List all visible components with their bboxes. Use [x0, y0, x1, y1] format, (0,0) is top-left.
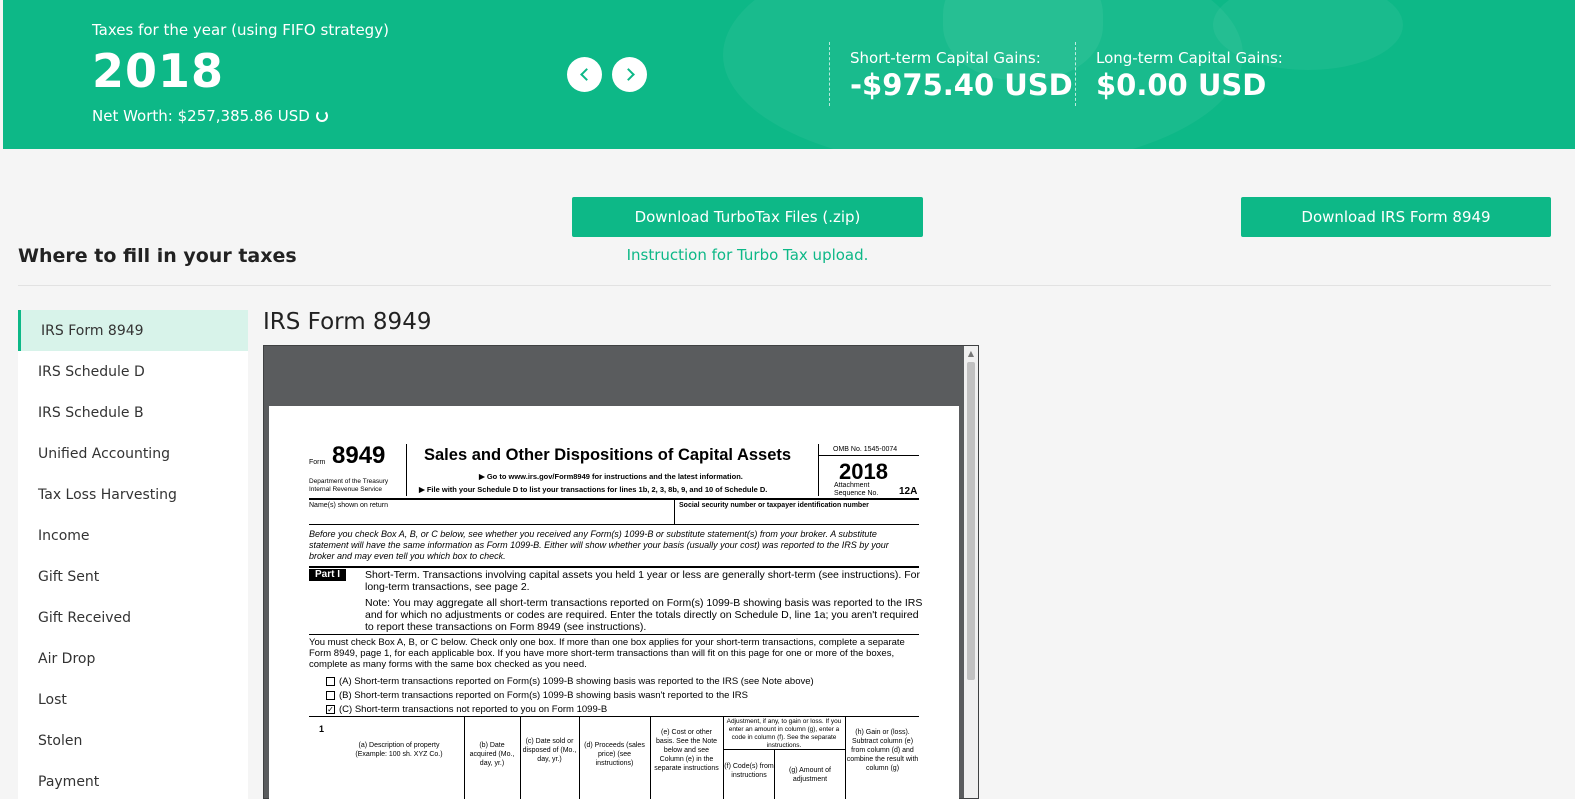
form-column-f: (f) Code(s) from instructions	[724, 763, 774, 779]
header-banner: Taxes for the year (using FIFO strategy)…	[3, 0, 1575, 149]
form-checkbox-c-label: (C) Short-term transactions not reported…	[339, 704, 608, 715]
turbotax-instruction-link[interactable]: Instruction for Turbo Tax upload.	[572, 246, 923, 264]
form-rule	[818, 444, 819, 496]
tax-year-subtitle: Taxes for the year (using FIFO strategy)	[92, 21, 389, 39]
form-column-e: (e) Cost or other basis. See the Note be…	[654, 729, 719, 772]
form-before-text: Before you check Box A, B, or C below, s…	[309, 529, 889, 561]
form-rule	[309, 716, 919, 717]
form-part-label: Part I	[309, 569, 347, 581]
form-rule	[309, 566, 919, 568]
sidebar-item-irs-form-8949[interactable]: IRS Form 8949	[18, 310, 248, 351]
form-short-term-text: Short-Term. Transactions involving capit…	[365, 569, 920, 593]
form-omb: OMB No. 1545-0074	[833, 446, 898, 453]
section-title: Where to fill in your taxes	[18, 245, 297, 267]
form-checkbox-b-label: (B) Short-term transactions reported on …	[339, 690, 748, 701]
form-checkbox-b[interactable]: (B) Short-term transactions reported on …	[326, 690, 748, 701]
previous-year-button[interactable]	[567, 57, 602, 92]
form-title: Sales and Other Dispositions of Capital …	[424, 446, 792, 464]
form-rule	[406, 444, 407, 496]
net-worth: Net Worth: $257,385.86 USD	[92, 107, 328, 125]
scroll-up-icon[interactable]: ▲	[964, 346, 978, 360]
short-term-gains-label: Short-term Capital Gains:	[850, 49, 1041, 67]
form-column-d: (d) Proceeds (sales price) (see instruct…	[584, 742, 645, 767]
form-column-c: (c) Date sold or disposed of (Mo., day, …	[522, 738, 577, 763]
pdf-page: Form 8949 Department of the Treasury Int…	[269, 406, 959, 799]
net-worth-label: Net Worth: $257,385.86 USD	[92, 107, 310, 125]
content-title: IRS Form 8949	[263, 309, 432, 335]
form-must-text: You must check Box A, B, or C below. Che…	[309, 637, 905, 670]
sidebar-item-payment[interactable]: Payment	[18, 761, 248, 799]
divider	[1075, 42, 1076, 106]
form-line-number: 1	[319, 724, 325, 734]
download-turbotax-button[interactable]: Download TurboTax Files (.zip)	[572, 197, 923, 237]
form-department: Department of the Treasury Internal Reve…	[309, 478, 389, 493]
form-checkbox-a[interactable]: (A) Short-term transactions reported on …	[326, 676, 814, 687]
form-checkbox-a-label: (A) Short-term transactions reported on …	[339, 676, 814, 687]
sidebar-item-lost[interactable]: Lost	[18, 679, 248, 720]
sidebar-item-gift-sent[interactable]: Gift Sent	[18, 556, 248, 597]
form-rule	[309, 524, 919, 525]
form-rule	[309, 634, 919, 635]
refresh-icon[interactable]	[315, 110, 328, 122]
form-ssn-label: Social security number or taxpayer ident…	[679, 502, 869, 509]
divider	[18, 285, 1551, 286]
checkbox-checked-icon[interactable]: ✓	[326, 705, 335, 714]
form-goto: ▶ Go to www.irs.gov/Form8949 for instruc…	[479, 472, 743, 481]
form-label: Form	[309, 459, 326, 466]
checkbox-icon[interactable]	[326, 677, 335, 686]
form-attachment: Attachment Sequence No.	[834, 482, 879, 497]
long-term-gains-label: Long-term Capital Gains:	[1096, 49, 1283, 67]
sidebar-item-irs-schedule-b[interactable]: IRS Schedule B	[18, 392, 248, 433]
next-year-button[interactable]	[612, 57, 647, 92]
form-rule	[819, 455, 919, 456]
form-adjustment-header: Adjustment, if any, to gain or loss. If …	[726, 718, 842, 749]
form-file-with: ▶ File with your Schedule D to list your…	[419, 485, 768, 494]
form-note-text: Note: You may aggregate all short-term t…	[365, 597, 923, 633]
form-name-label: Name(s) shown on return	[309, 502, 388, 509]
short-term-gains-value: -$975.40 USD	[850, 68, 1073, 102]
sidebar: IRS Form 8949 IRS Schedule D IRS Schedul…	[18, 310, 248, 799]
form-column-g: (g) Amount of adjustment	[788, 767, 832, 783]
viewer-scrollbar[interactable]: ▲	[964, 346, 978, 798]
sidebar-item-stolen[interactable]: Stolen	[18, 720, 248, 761]
sidebar-item-unified-accounting[interactable]: Unified Accounting	[18, 433, 248, 474]
form-column-a: (a) Description of property (Example: 10…	[355, 742, 443, 758]
sidebar-item-air-drop[interactable]: Air Drop	[18, 638, 248, 679]
sidebar-item-tax-loss-harvesting[interactable]: Tax Loss Harvesting	[18, 474, 248, 515]
form-number: 8949	[332, 442, 386, 469]
form-column-h: (h) Gain or (loss). Subtract column (e) …	[846, 729, 919, 772]
sidebar-item-income[interactable]: Income	[18, 515, 248, 556]
form-rule	[309, 498, 919, 500]
chevron-right-icon	[621, 68, 635, 81]
download-irs-form-button[interactable]: Download IRS Form 8949	[1241, 197, 1551, 237]
chevron-left-icon	[579, 68, 593, 81]
form-column-b: (b) Date acquired (Mo., day, yr.)	[469, 742, 515, 767]
divider	[829, 42, 830, 106]
sidebar-item-gift-received[interactable]: Gift Received	[18, 597, 248, 638]
form-sequence: 12A	[899, 486, 918, 497]
checkbox-icon[interactable]	[326, 691, 335, 700]
sidebar-item-irs-schedule-d[interactable]: IRS Schedule D	[18, 351, 248, 392]
tax-year: 2018	[92, 44, 225, 98]
form-rule	[674, 498, 675, 524]
pdf-viewer[interactable]: ▲ Form 8949 Department of the Treasury I…	[263, 345, 979, 799]
scroll-thumb[interactable]	[967, 362, 975, 680]
form-checkbox-c[interactable]: ✓ (C) Short-term transactions not report…	[326, 704, 607, 715]
long-term-gains-value: $0.00 USD	[1096, 68, 1267, 102]
